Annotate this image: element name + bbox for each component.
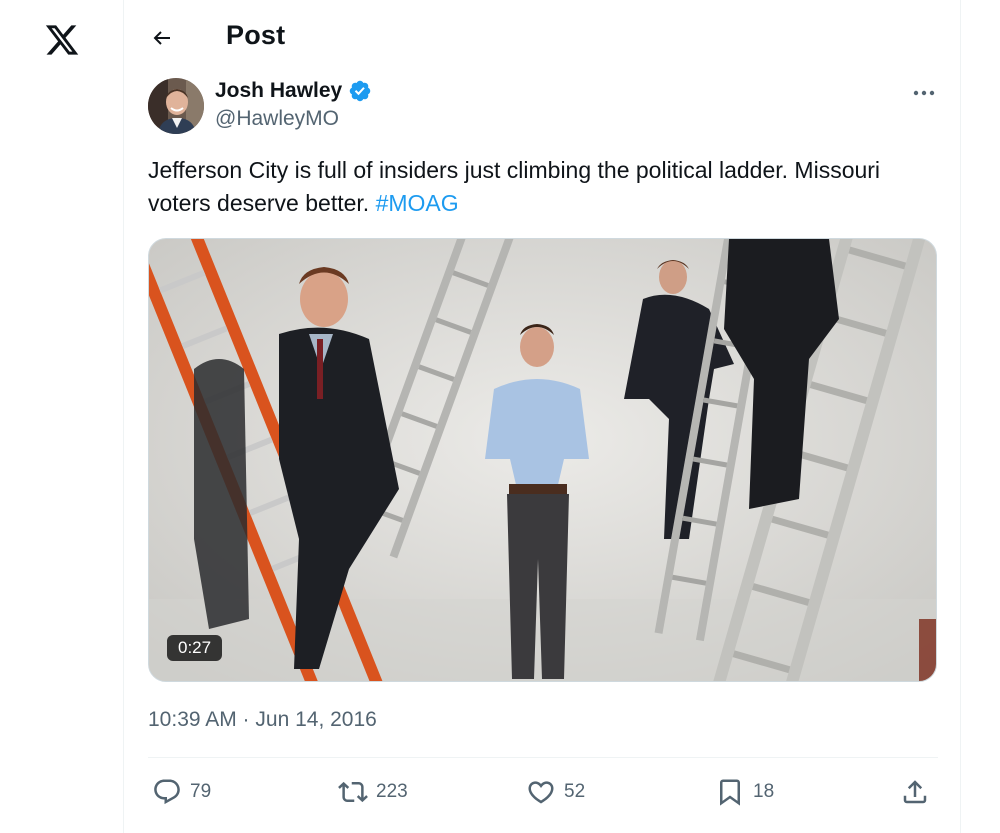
author-name: Josh Hawley [215, 79, 343, 102]
heart-icon [528, 781, 554, 804]
page-header: Post [124, 0, 960, 76]
page-title: Post [226, 20, 286, 50]
arrow-left-icon [153, 31, 170, 45]
like-count: 52 [564, 781, 586, 802]
share-icon [903, 780, 927, 804]
post-actions-bar: 79 223 52 18 [148, 772, 938, 812]
repost-icon [338, 781, 368, 803]
left-navigation-rail [0, 0, 124, 833]
author-name-row[interactable]: Josh Hawley [215, 79, 372, 103]
avatar[interactable] [148, 78, 204, 134]
post-text: Jefferson City is full of insiders just … [148, 154, 938, 220]
reply-button[interactable]: 79 [152, 772, 211, 812]
author-handle[interactable]: @HawleyMO [215, 107, 339, 131]
like-button[interactable]: 52 [526, 772, 585, 812]
video-player[interactable]: 0:27 [148, 238, 937, 682]
repost-count: 223 [376, 781, 408, 802]
bookmark-button[interactable]: 18 [715, 772, 774, 812]
video-thumbnail [149, 239, 936, 681]
post-body-text: Jefferson City is full of insiders just … [148, 157, 881, 216]
x-logo-icon[interactable] [40, 20, 84, 60]
reply-icon [154, 779, 180, 805]
repost-button[interactable]: 223 [338, 772, 408, 812]
share-button[interactable] [900, 772, 930, 812]
divider [148, 757, 938, 758]
hashtag-link[interactable]: #MOAG [376, 190, 459, 216]
post-timestamp[interactable]: 10:39 AM · Jun 14, 2016 [148, 708, 377, 732]
more-options-button[interactable] [906, 80, 942, 106]
bookmark-count: 18 [753, 781, 775, 802]
back-button[interactable] [144, 20, 180, 56]
video-duration-badge: 0:27 [167, 635, 223, 661]
more-dots-icon [913, 90, 935, 96]
right-column-edge [960, 0, 1000, 833]
reply-count: 79 [190, 781, 212, 802]
bookmark-icon [720, 779, 740, 806]
verified-badge-icon [348, 79, 372, 103]
